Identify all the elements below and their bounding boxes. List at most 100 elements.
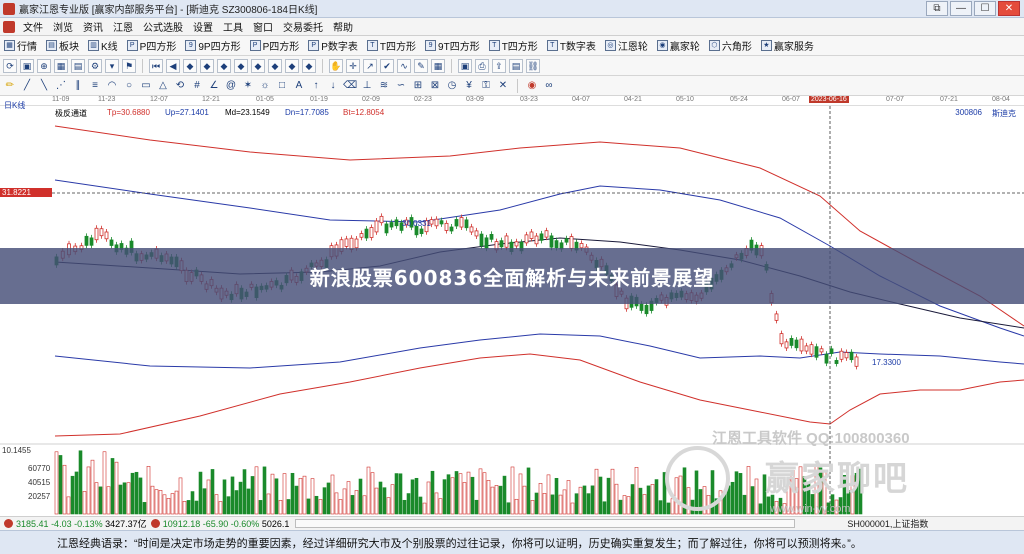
fib-icon[interactable]: ≡ (88, 79, 102, 93)
candle-body (344, 238, 349, 247)
delete-icon[interactable]: ✕ (496, 79, 510, 93)
menu-window[interactable]: 窗口 (248, 19, 278, 34)
tb-9p-square-button[interactable]: 9 9P四方形 (185, 38, 241, 53)
tb-hexagon-button[interactable]: ⬡ 六角形 (708, 38, 752, 53)
diamond-icon-5[interactable]: ◆ (251, 58, 265, 73)
pin-icon[interactable]: ✎ (414, 58, 428, 73)
angle-icon[interactable]: ∠ (207, 79, 221, 93)
channel-icon[interactable]: ∥ (71, 79, 85, 93)
tb-quote-button[interactable]: ▦ 行情 (4, 38, 37, 53)
menu-info[interactable]: 资讯 (78, 19, 108, 34)
arrow-up-icon[interactable]: ↑ (309, 79, 323, 93)
arc-icon[interactable]: ◠ (105, 79, 119, 93)
ray-icon[interactable]: ╲ (37, 79, 51, 93)
close-button[interactable]: ✕ (998, 1, 1020, 16)
diamond-icon-4[interactable]: ◆ (234, 58, 248, 73)
diamond-icon-7[interactable]: ◆ (285, 58, 299, 73)
candle-body (484, 237, 489, 249)
triangle-icon[interactable]: △ (156, 79, 170, 93)
tb-t-square-button[interactable]: T T四方形 (366, 38, 416, 53)
zigzag-icon[interactable]: ≋ (377, 79, 391, 93)
pencil-icon[interactable]: ✏ (3, 79, 17, 93)
layers-icon[interactable]: ▤ (71, 58, 85, 73)
tb-gann-wheel-button[interactable]: ◎ 江恩轮 (604, 38, 648, 53)
rectangle-icon[interactable]: ▭ (139, 79, 153, 93)
menu-gann[interactable]: 江恩 (108, 19, 138, 34)
candle-body (384, 223, 389, 234)
infinity-icon[interactable]: ∞ (542, 79, 556, 93)
lock-icon[interactable]: ⚿ (479, 79, 493, 93)
tb-label: P四方形 (262, 42, 300, 53)
record-icon[interactable]: ◉ (525, 79, 539, 93)
refresh-icon[interactable]: ⟳ (3, 58, 17, 73)
wave2-icon[interactable]: ∽ (394, 79, 408, 93)
tb-t-table-button[interactable]: T T数字表 (546, 38, 596, 53)
chart-area[interactable]: 11-09 11-23 12-07 12-21 01-05 01-19 02-0… (0, 96, 1024, 516)
eraser-icon[interactable]: ⌫ (343, 79, 357, 93)
tb-9t-square-button[interactable]: 9 9T四方形 (425, 38, 480, 53)
crosshair-icon[interactable]: ✛ (346, 58, 360, 73)
volume-bar (562, 489, 567, 515)
star-icon[interactable]: ✶ (241, 79, 255, 93)
prev-icon[interactable]: ◀ (166, 58, 180, 73)
restore-icon[interactable]: ⧉ (926, 1, 948, 16)
first-icon[interactable]: ⏮ (149, 58, 163, 73)
tb-p-square-button[interactable]: P P四方形 (126, 38, 176, 53)
tb-winner-wheel-button[interactable]: ◉ 赢家轮 (656, 38, 700, 53)
tb-service-button[interactable]: ★ 赢家服务 (760, 38, 814, 53)
menu-formula[interactable]: 公式选股 (138, 19, 188, 34)
fan-icon[interactable]: ⋰ (54, 79, 68, 93)
zoom-icon[interactable]: ⊕ (37, 58, 51, 73)
menu-browse[interactable]: 浏览 (48, 19, 78, 34)
sun-icon[interactable]: ☼ (258, 79, 272, 93)
tb-kline-button[interactable]: ▥ K线 (88, 38, 118, 53)
arrow-down-icon[interactable]: ↓ (326, 79, 340, 93)
export-icon[interactable]: ⇪ (492, 58, 506, 73)
hand-icon[interactable]: ✋ (329, 58, 343, 73)
diamond-icon-2[interactable]: ◆ (200, 58, 214, 73)
grid-icon[interactable]: ▦ (54, 58, 68, 73)
horizontal-scrollbar[interactable] (295, 519, 796, 528)
print-icon[interactable]: ⎙ (475, 58, 489, 73)
current-index-label[interactable]: SH000001,上证指数 (847, 517, 928, 530)
box-icon[interactable]: ⊞ (411, 79, 425, 93)
line-icon[interactable]: ╱ (20, 79, 34, 93)
chart-icon[interactable]: ▣ (20, 58, 34, 73)
circle-icon[interactable]: ○ (122, 79, 136, 93)
diamond-icon-6[interactable]: ◆ (268, 58, 282, 73)
tb-p-square2-button[interactable]: P P四方形 (249, 38, 300, 53)
text-icon[interactable]: A (292, 79, 306, 93)
link-icon[interactable]: ⛓ (526, 58, 540, 73)
diamond-icon-1[interactable]: ◆ (183, 58, 197, 73)
wave-icon[interactable]: ∿ (397, 58, 411, 73)
menu-file[interactable]: 文件 (18, 19, 48, 34)
tb-sector-button[interactable]: ▤ 板块 (46, 38, 79, 53)
save-icon[interactable]: ▣ (458, 58, 472, 73)
grid-lines-icon[interactable]: # (190, 79, 204, 93)
ruler-icon[interactable]: ⊥ (360, 79, 374, 93)
spiral-icon[interactable]: @ (224, 79, 238, 93)
minimize-button[interactable]: — (950, 1, 972, 16)
maximize-button[interactable]: ☐ (974, 1, 996, 16)
diamond-icon-8[interactable]: ◆ (302, 58, 316, 73)
tb-t-square2-button[interactable]: T T四方形 (488, 38, 538, 53)
check-icon[interactable]: ✔ (380, 58, 394, 73)
calendar-icon[interactable]: ▦ (431, 58, 445, 73)
square-icon[interactable]: □ (275, 79, 289, 93)
gear-icon[interactable]: ⚙ (88, 58, 102, 73)
dropdown-icon[interactable]: ▾ (105, 58, 119, 73)
time-icon[interactable]: ◷ (445, 79, 459, 93)
gann-box-icon[interactable]: ⊠ (428, 79, 442, 93)
cycle-icon[interactable]: ⟲ (173, 79, 187, 93)
menu-settings[interactable]: 设置 (188, 19, 218, 34)
layout-icon[interactable]: ▤ (509, 58, 523, 73)
menu-tools[interactable]: 工具 (218, 19, 248, 34)
menu-help[interactable]: 帮助 (328, 19, 358, 34)
tb-p-table-button[interactable]: P P数字表 (308, 38, 358, 53)
flag-icon[interactable]: ⚑ (122, 58, 136, 73)
arrow-icon[interactable]: ↗ (363, 58, 377, 73)
menu-trade[interactable]: 交易委托 (278, 19, 328, 34)
price-icon[interactable]: ¥ (462, 79, 476, 93)
diamond-icon-3[interactable]: ◆ (217, 58, 231, 73)
menu-app-icon[interactable] (3, 20, 15, 33)
